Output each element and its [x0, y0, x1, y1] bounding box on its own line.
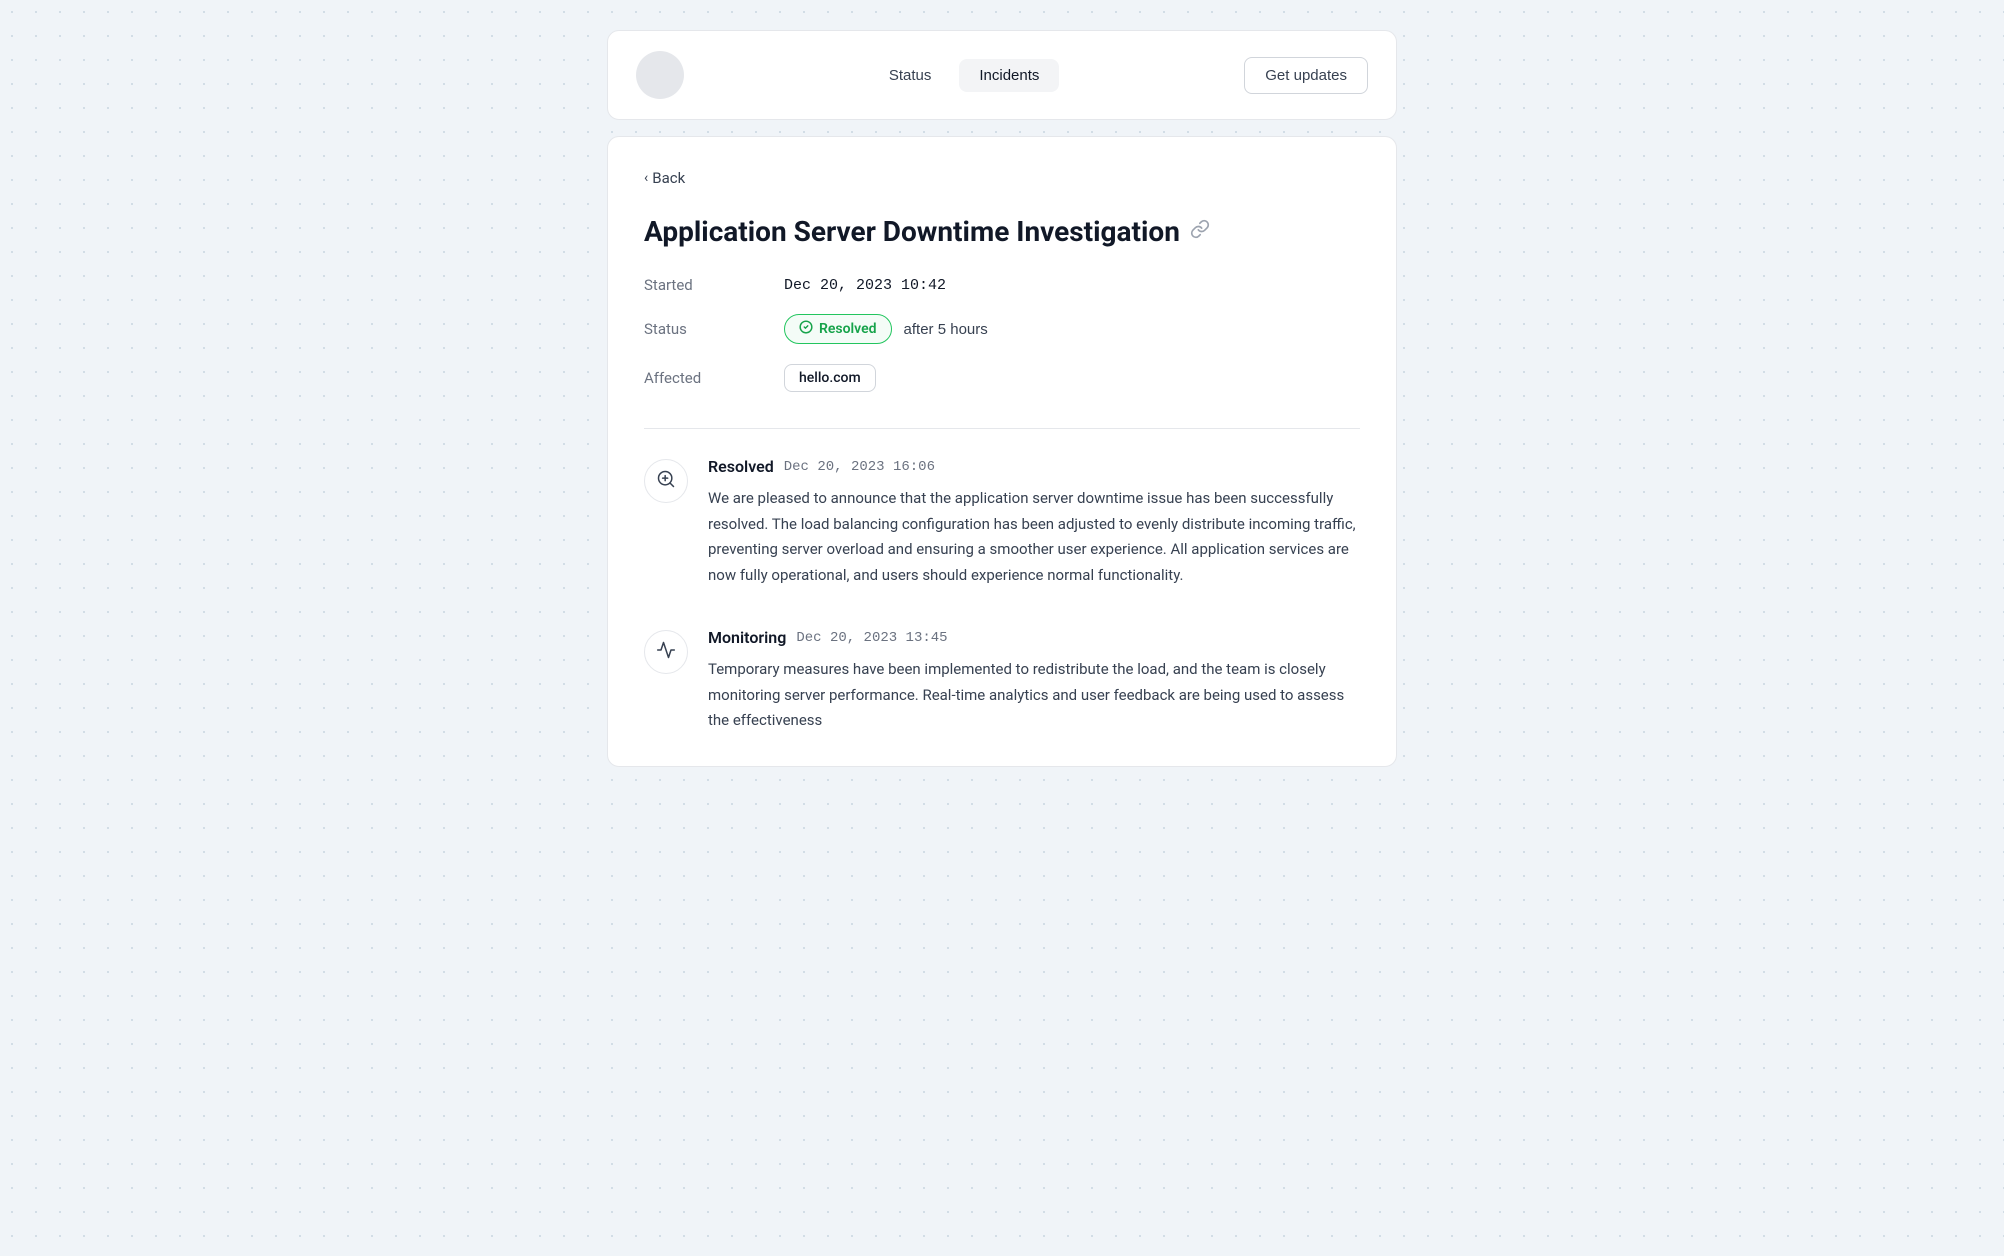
resolved-content: Resolved Dec 20, 2023 16:06 We are pleas…: [708, 457, 1360, 588]
status-row: Status Resolved after 5 hours: [644, 314, 1360, 344]
resolved-time: Dec 20, 2023 16:06: [784, 459, 935, 475]
nav-tabs: Status Incidents: [869, 59, 1060, 92]
started-value: Dec 20, 2023 10:42: [784, 277, 946, 294]
resolved-body: We are pleased to announce that the appl…: [708, 486, 1360, 588]
monitoring-status: Monitoring: [708, 628, 786, 647]
tab-incidents[interactable]: Incidents: [959, 59, 1059, 92]
affected-label: Affected: [644, 369, 784, 387]
incident-title-text: Application Server Downtime Investigatio…: [644, 215, 1180, 248]
incident-title: Application Server Downtime Investigatio…: [644, 215, 1360, 248]
monitoring-header: Monitoring Dec 20, 2023 13:45: [708, 628, 1360, 647]
monitoring-time: Dec 20, 2023 13:45: [796, 630, 947, 646]
back-label: Back: [652, 169, 685, 187]
affected-chip: hello.com: [784, 364, 876, 392]
nav-card: Status Incidents Get updates: [607, 30, 1397, 120]
resolved-icon-wrapper: [644, 459, 688, 503]
activity-icon: [656, 640, 676, 665]
after-text: after 5 hours: [904, 321, 988, 338]
timeline: Resolved Dec 20, 2023 16:06 We are pleas…: [644, 457, 1360, 734]
started-row: Started Dec 20, 2023 10:42: [644, 276, 1360, 294]
status-value: Resolved: [819, 321, 877, 337]
monitoring-content: Monitoring Dec 20, 2023 13:45 Temporary …: [708, 628, 1360, 734]
page-wrapper: Status Incidents Get updates ‹ Back Appl…: [607, 30, 1397, 767]
content-card: ‹ Back Application Server Downtime Inves…: [607, 136, 1397, 767]
link-icon[interactable]: [1190, 219, 1210, 244]
status-label: Status: [644, 320, 784, 338]
resolved-header: Resolved Dec 20, 2023 16:06: [708, 457, 1360, 476]
timeline-entry-monitoring: Monitoring Dec 20, 2023 13:45 Temporary …: [644, 628, 1360, 734]
search-zoom-icon: [656, 469, 676, 494]
logo: [636, 51, 684, 99]
resolved-check-icon: [799, 320, 813, 338]
divider: [644, 428, 1360, 429]
meta-table: Started Dec 20, 2023 10:42 Status Resolv…: [644, 276, 1360, 392]
tab-status[interactable]: Status: [869, 59, 952, 92]
started-label: Started: [644, 276, 784, 294]
back-link[interactable]: ‹ Back: [644, 169, 1360, 187]
get-updates-button[interactable]: Get updates: [1244, 57, 1368, 94]
monitoring-body: Temporary measures have been implemented…: [708, 657, 1360, 734]
back-chevron-icon: ‹: [644, 170, 648, 186]
affected-row: Affected hello.com: [644, 364, 1360, 392]
timeline-entry-resolved: Resolved Dec 20, 2023 16:06 We are pleas…: [644, 457, 1360, 588]
resolved-status: Resolved: [708, 457, 774, 476]
monitoring-icon-wrapper: [644, 630, 688, 674]
status-badge: Resolved: [784, 314, 892, 344]
